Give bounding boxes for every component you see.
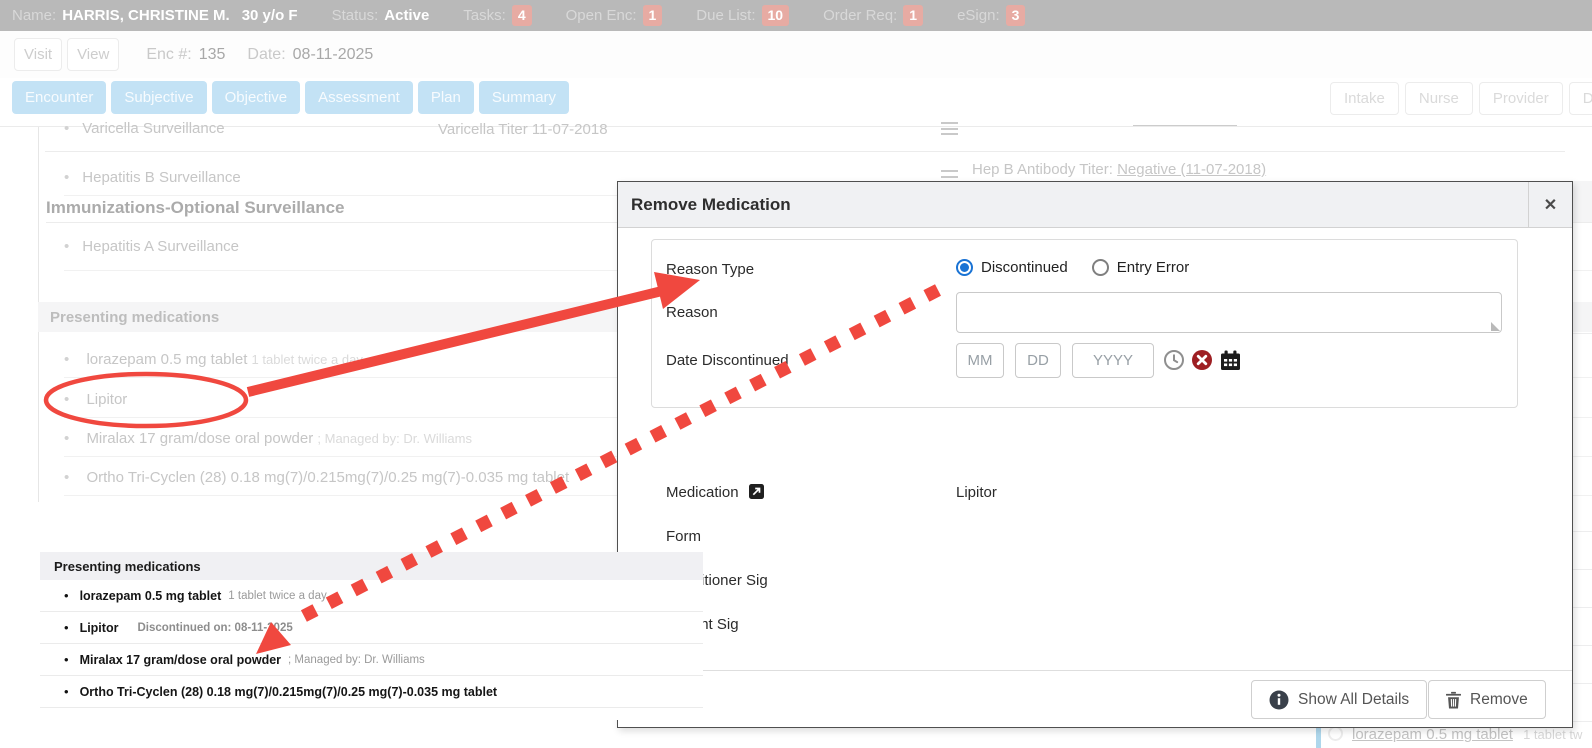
open-enc-counter[interactable]: Open Enc: 1 bbox=[566, 5, 663, 26]
order-req-counter[interactable]: Order Req: 1 bbox=[823, 5, 923, 26]
radio-entry-error-label[interactable]: Entry Error bbox=[1117, 259, 1190, 276]
visit-button[interactable]: Visit bbox=[14, 38, 62, 71]
med-row-lorazepam-right: lorazepam 0.5 mg tablet 1 tablet tw bbox=[1352, 726, 1582, 743]
tab-assessment[interactable]: Assessment bbox=[305, 81, 413, 114]
trash-icon bbox=[1446, 691, 1461, 709]
tab-intake[interactable]: Intake bbox=[1330, 82, 1399, 115]
date-discontinued-label: Date Discontinued bbox=[666, 352, 789, 369]
tab-objective[interactable]: Objective bbox=[212, 81, 301, 114]
enc-number-value: 135 bbox=[199, 46, 226, 64]
encounter-bar: Visit View Enc #: 135 Date: 08-11-2025 bbox=[0, 31, 1592, 78]
list-item-hep-a: Hepatitis A Surveillance bbox=[64, 238, 239, 255]
day-input[interactable] bbox=[1015, 343, 1061, 378]
hep-b-titer-link[interactable]: Negative (11-07-2018) bbox=[1117, 161, 1266, 178]
tab-nurse[interactable]: Nurse bbox=[1405, 82, 1473, 115]
clipped-underline-fragment bbox=[1133, 125, 1237, 126]
result-row-lipitor: Lipitor Discontinued on: 08-11-2025 bbox=[40, 612, 703, 644]
due-list-counter[interactable]: Due List: 10 bbox=[696, 5, 789, 26]
reason-type-radio-group: Discontinued Entry Error bbox=[956, 259, 1205, 276]
due-list-badge[interactable]: 10 bbox=[762, 5, 790, 26]
remove-button[interactable]: Remove bbox=[1428, 680, 1546, 719]
resize-handle-icon[interactable] bbox=[1491, 322, 1500, 331]
result-row-lorazepam: lorazepam 0.5 mg tablet 1 tablet twice a… bbox=[40, 580, 703, 612]
status-value: Active bbox=[384, 7, 429, 24]
patient-age-sex: 30 y/o F bbox=[242, 7, 298, 24]
order-req-badge[interactable]: 1 bbox=[903, 5, 923, 26]
modal-title: Remove Medication bbox=[618, 195, 791, 215]
med-row-miralax-dim: Miralax 17 gram/dose oral powder ; Manag… bbox=[64, 430, 472, 447]
close-icon[interactable]: ✕ bbox=[1528, 182, 1572, 227]
enc-date-label: Date: bbox=[247, 46, 285, 64]
row-divider bbox=[64, 195, 617, 196]
view-button[interactable]: View bbox=[67, 38, 119, 71]
list-icon[interactable] bbox=[941, 122, 958, 135]
month-input[interactable] bbox=[956, 343, 1004, 378]
result-row-ortho: Ortho Tri-Cyclen (28) 0.18 mg(7)/0.215mg… bbox=[40, 676, 703, 708]
open-enc-badge[interactable]: 1 bbox=[643, 5, 663, 26]
modal-body: Reason Type Discontinued Entry Error Rea… bbox=[618, 228, 1572, 727]
tab-encounter[interactable]: Encounter bbox=[12, 81, 106, 114]
reason-textarea[interactable] bbox=[956, 292, 1502, 333]
clock-icon[interactable] bbox=[1162, 348, 1186, 372]
row-divider bbox=[45, 151, 1565, 152]
show-all-details-button[interactable]: Show All Details bbox=[1251, 680, 1427, 719]
external-link-icon[interactable] bbox=[749, 484, 764, 499]
med-row-lorazepam-dim: lorazepam 0.5 mg tablet 1 tablet twice a… bbox=[64, 351, 363, 368]
form-label: Form bbox=[666, 528, 701, 545]
tab-department[interactable]: Depar bbox=[1569, 82, 1592, 115]
radio-discontinued-label[interactable]: Discontinued bbox=[981, 259, 1068, 276]
patient-name: HARRIS, CHRISTINE M. bbox=[62, 7, 230, 24]
row-radio[interactable] bbox=[1328, 726, 1343, 741]
clear-date-icon[interactable] bbox=[1190, 348, 1214, 372]
hep-b-titer-row: Hep B Antibody Titer: Negative (11-07-20… bbox=[972, 161, 1266, 178]
enc-date-value: 08-11-2025 bbox=[293, 46, 374, 64]
modal-header: Remove Medication ✕ bbox=[618, 182, 1572, 228]
enc-number-label: Enc #: bbox=[146, 46, 191, 64]
footer-divider bbox=[618, 670, 1572, 671]
remove-medication-modal: Remove Medication ✕ Reason Type Disconti… bbox=[617, 181, 1573, 728]
content-top-border bbox=[0, 126, 1592, 127]
discontinued-note: Discontinued on: 08-11-2025 bbox=[137, 622, 292, 634]
info-circle-icon bbox=[1269, 690, 1289, 710]
hep-b-titer-label: Hep B Antibody Titer: bbox=[972, 161, 1113, 178]
reason-type-label: Reason Type bbox=[666, 261, 754, 278]
tasks-counter[interactable]: Tasks: 4 bbox=[463, 5, 531, 26]
tab-subjective[interactable]: Subjective bbox=[111, 81, 206, 114]
patient-header-bar: Name: HARRIS, CHRISTINE M. 30 y/o F Stat… bbox=[0, 0, 1592, 31]
varicella-titer-value: Varicella Titer 11-07-2018 bbox=[438, 121, 608, 138]
tab-plan[interactable]: Plan bbox=[418, 81, 474, 114]
radio-discontinued[interactable] bbox=[956, 259, 973, 276]
med-row-lipitor-dim: Lipitor bbox=[64, 391, 127, 408]
name-label: Name: bbox=[12, 7, 56, 24]
medication-label: Medication bbox=[666, 484, 739, 501]
result-panel-header: Presenting medications bbox=[40, 552, 703, 580]
med-row-ortho-dim: Ortho Tri-Cyclen (28) 0.18 mg(7)/0.215mg… bbox=[64, 469, 569, 486]
optional-surveillance-header: Immunizations-Optional Surveillance bbox=[46, 198, 345, 218]
tab-provider[interactable]: Provider bbox=[1479, 82, 1563, 115]
calendar-icon[interactable] bbox=[1218, 348, 1242, 372]
year-input[interactable] bbox=[1072, 343, 1154, 378]
status-label: Status: bbox=[332, 7, 379, 24]
result-medications-panel: Presenting medications lorazepam 0.5 mg … bbox=[40, 552, 703, 720]
esign-badge[interactable]: 3 bbox=[1006, 5, 1026, 26]
tab-summary[interactable]: Summary bbox=[479, 81, 569, 114]
section-tab-bar: Encounter Subjective Objective Assessmen… bbox=[12, 81, 569, 114]
reason-label: Reason bbox=[666, 304, 718, 321]
result-row-miralax: Miralax 17 gram/dose oral powder ; Manag… bbox=[40, 644, 703, 676]
medication-label-row: Medication bbox=[666, 484, 764, 501]
radio-entry-error[interactable] bbox=[1092, 259, 1109, 276]
tasks-badge[interactable]: 4 bbox=[512, 5, 532, 26]
page: Name: HARRIS, CHRISTINE M. 30 y/o F Stat… bbox=[0, 0, 1592, 748]
role-tab-bar: Intake Nurse Provider Depar bbox=[1330, 82, 1592, 115]
list-item-hep-b: Hepatitis B Surveillance bbox=[64, 169, 241, 186]
esign-counter[interactable]: eSign: 3 bbox=[957, 5, 1025, 26]
list-item-varicella: Varicella Surveillance bbox=[64, 120, 225, 137]
medication-value: Lipitor bbox=[956, 484, 997, 501]
